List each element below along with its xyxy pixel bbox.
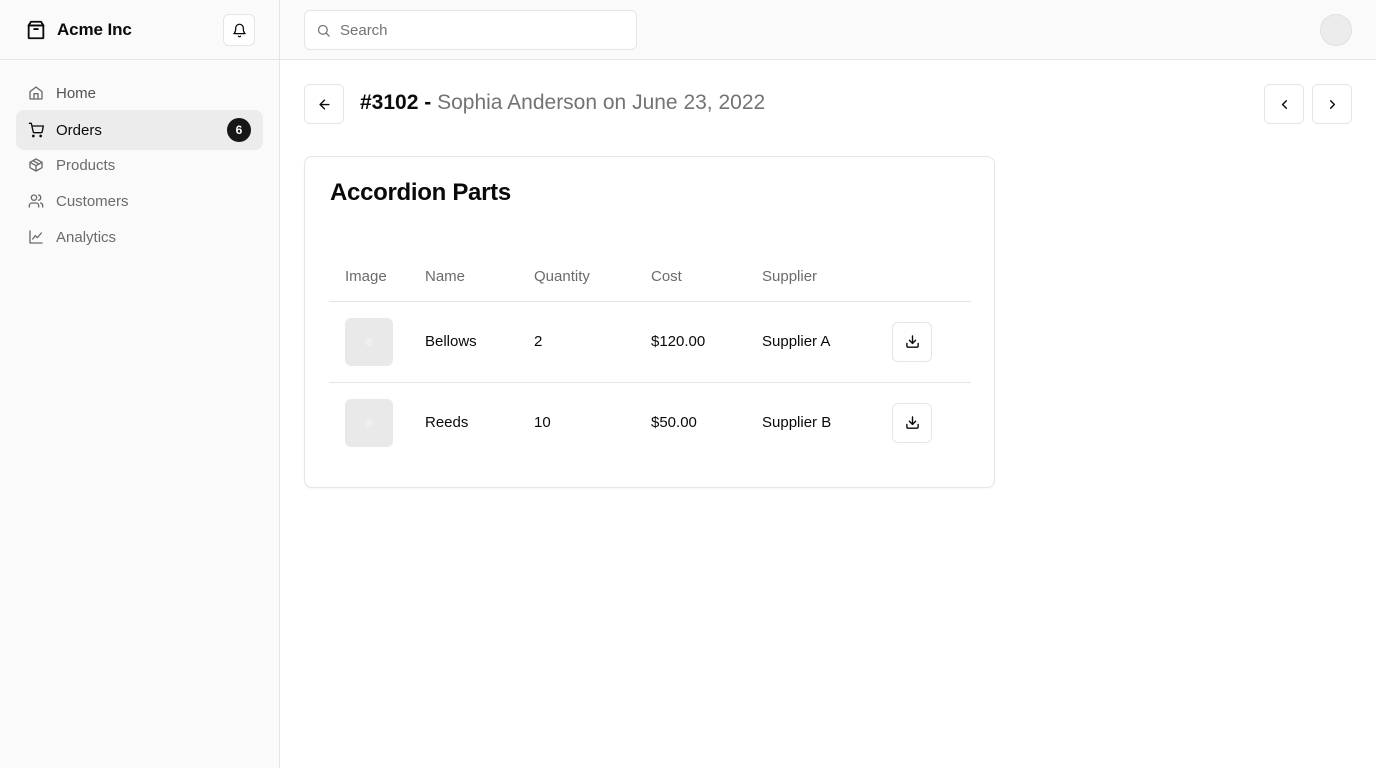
- table-row: Reeds 10 $50.00 Supplier B: [329, 382, 971, 463]
- arrow-left-icon: [318, 98, 330, 110]
- next-order-button[interactable]: [1312, 84, 1352, 124]
- sidebar-item-home[interactable]: Home: [16, 74, 263, 112]
- avatar[interactable]: [1320, 14, 1352, 46]
- chevron-right-icon: [1329, 99, 1335, 109]
- column-header-cost: Cost: [635, 253, 746, 302]
- quantity-cell: 10: [534, 414, 551, 432]
- brand-name[interactable]: Acme Inc: [57, 20, 132, 40]
- download-icon: [905, 416, 919, 430]
- order-id: #3102 -: [360, 91, 432, 114]
- sidebar-item-label: Customers: [56, 192, 129, 210]
- product-image-placeholder: [345, 398, 393, 447]
- sidebar-item-label: Analytics: [56, 228, 117, 246]
- search-icon: [317, 24, 330, 37]
- column-header-supplier: Supplier: [746, 253, 876, 302]
- sidebar-item-label: Orders: [56, 121, 102, 139]
- table-row: Bellows 2 $120.00 Supplier A: [329, 301, 971, 383]
- sidebar-nav: Home Orders 6 Products Customers Analyti…: [0, 60, 279, 268]
- name-cell: Reeds: [425, 414, 469, 432]
- sidebar-item-products[interactable]: Products: [16, 146, 263, 184]
- search-input[interactable]: [340, 21, 620, 39]
- table-header-row: Image Name Quantity Cost Supplier: [329, 253, 971, 302]
- image-cell: [329, 382, 409, 463]
- quantity-cell: 2: [518, 301, 635, 383]
- chevron-left-icon: [1281, 99, 1287, 109]
- download-icon: [905, 335, 919, 348]
- sidebar-item-customers[interactable]: Customers: [16, 182, 263, 220]
- cost-cell: $120.00: [635, 301, 746, 383]
- sidebar-item-analytics[interactable]: Analytics: [16, 218, 263, 256]
- home-icon: [28, 85, 44, 101]
- package-icon[interactable]: [25, 19, 47, 41]
- brand-bar: Acme Inc: [0, 0, 279, 60]
- supplier-cell: Supplier A: [746, 301, 876, 383]
- package-icon: [28, 157, 44, 173]
- sidebar: Acme Inc Home Orders 6 Products Customer…: [0, 0, 280, 768]
- items-table: Image Name Quantity Cost Supplier Bellow…: [329, 253, 971, 463]
- name-cell: Bellows: [409, 301, 518, 383]
- supplier-cell: Supplier B: [762, 414, 832, 432]
- download-button[interactable]: [892, 321, 932, 362]
- actions-cell: [876, 382, 971, 463]
- back-button[interactable]: [304, 84, 344, 124]
- order-subtitle: Sophia Anderson on June 23, 2022: [437, 91, 766, 114]
- product-image-placeholder: [345, 317, 393, 366]
- column-header-name: Name: [409, 253, 518, 302]
- main-content: #3102 - Sophia Anderson on June 23, 2022…: [280, 60, 1376, 768]
- sidebar-item-orders[interactable]: Orders 6: [16, 110, 263, 150]
- search-box[interactable]: [304, 10, 637, 50]
- top-bar: [280, 0, 1376, 60]
- download-button[interactable]: [892, 402, 932, 443]
- notifications-button[interactable]: [223, 14, 255, 46]
- cart-icon: [28, 122, 44, 138]
- order-items-card: Accordion Parts Image Name Quantity Cost…: [304, 156, 995, 488]
- column-header-actions: [876, 253, 971, 302]
- page-title: #3102 - Sophia Anderson on June 23, 2022: [360, 91, 765, 115]
- column-header-quantity: Quantity: [518, 253, 635, 302]
- image-cell: [329, 301, 409, 383]
- previous-order-button[interactable]: [1264, 84, 1304, 124]
- users-icon: [28, 193, 44, 209]
- card-title: Accordion Parts: [330, 179, 511, 206]
- bell-icon: [232, 23, 246, 37]
- sidebar-item-label: Products: [56, 156, 116, 174]
- line-chart-icon: [28, 229, 44, 245]
- orders-count-badge: 6: [227, 118, 251, 142]
- actions-cell: [876, 301, 971, 383]
- cost-cell: $50.00: [651, 414, 697, 432]
- column-header-image: Image: [329, 253, 409, 302]
- sidebar-item-label: Home: [56, 84, 97, 102]
